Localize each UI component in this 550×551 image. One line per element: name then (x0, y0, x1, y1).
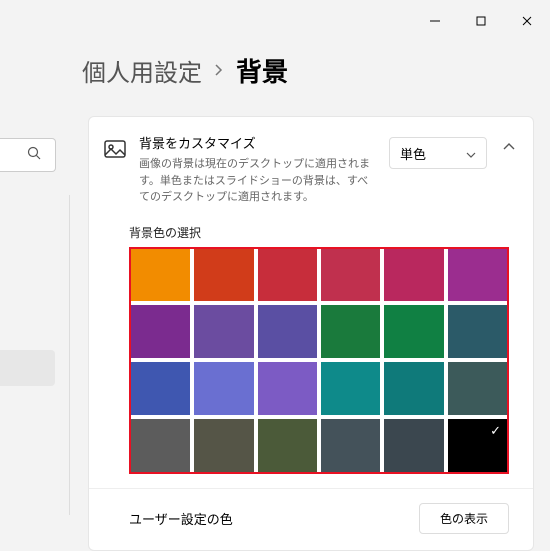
picture-icon (103, 137, 127, 161)
close-button[interactable] (504, 6, 550, 36)
chevron-down-icon (466, 146, 476, 161)
color-swatch[interactable] (131, 249, 190, 302)
customize-header: 背景をカスタマイズ 画像の背景は現在のデスクトップに適用されます。単色またはスラ… (89, 117, 533, 220)
color-swatch[interactable] (131, 419, 190, 472)
window-titlebar (0, 0, 550, 40)
color-swatch[interactable] (194, 249, 253, 302)
color-swatch[interactable] (384, 419, 443, 472)
color-swatch[interactable]: ✓ (448, 419, 507, 472)
search-icon (27, 146, 41, 165)
dropdown-value: 単色 (400, 144, 426, 163)
color-section-label: 背景色の選択 (89, 220, 533, 247)
color-swatch[interactable] (321, 305, 380, 358)
collapse-chevron-icon[interactable] (499, 143, 519, 151)
color-swatch[interactable] (448, 362, 507, 415)
background-type-dropdown[interactable]: 単色 (389, 137, 487, 169)
color-swatch[interactable] (448, 305, 507, 358)
color-swatch[interactable] (258, 419, 317, 472)
chevron-right-icon (214, 63, 224, 79)
color-swatch[interactable] (194, 305, 253, 358)
color-swatch[interactable] (321, 249, 380, 302)
color-swatch[interactable] (258, 362, 317, 415)
breadcrumb-current: 背景 (236, 52, 288, 89)
color-swatch[interactable] (321, 362, 380, 415)
breadcrumb-parent[interactable]: 個人用設定 (82, 53, 202, 88)
custom-color-label: ユーザー設定の色 (129, 509, 233, 528)
sidebar-selected-item[interactable] (0, 350, 55, 386)
search-input[interactable] (0, 138, 56, 172)
color-swatch[interactable] (384, 362, 443, 415)
maximize-button[interactable] (458, 6, 504, 36)
breadcrumb: 個人用設定 背景 (0, 40, 550, 107)
color-grid: ✓ (131, 249, 507, 473)
customize-title: 背景をカスタマイズ (139, 133, 377, 152)
color-swatch[interactable] (258, 305, 317, 358)
customize-description: 画像の背景は現在のデスクトップに適用されます。単色またはスライドショーの背景は、… (139, 156, 377, 206)
view-colors-button[interactable]: 色の表示 (419, 503, 509, 534)
color-swatch[interactable] (194, 362, 253, 415)
view-colors-label: 色の表示 (440, 512, 488, 526)
check-icon: ✓ (490, 423, 501, 439)
custom-color-row: ユーザー設定の色 色の表示 (89, 489, 533, 550)
background-settings-card: 背景をカスタマイズ 画像の背景は現在のデスクトップに適用されます。単色またはスラ… (88, 116, 534, 551)
color-swatch[interactable] (321, 419, 380, 472)
color-grid-highlight: ✓ (129, 247, 509, 475)
color-swatch[interactable] (131, 362, 190, 415)
color-swatch[interactable] (258, 249, 317, 302)
color-swatch[interactable] (131, 305, 190, 358)
color-swatch[interactable] (384, 249, 443, 302)
color-swatch[interactable] (384, 305, 443, 358)
color-swatch[interactable] (448, 249, 507, 302)
color-swatch[interactable] (194, 419, 253, 472)
minimize-button[interactable] (412, 6, 458, 36)
